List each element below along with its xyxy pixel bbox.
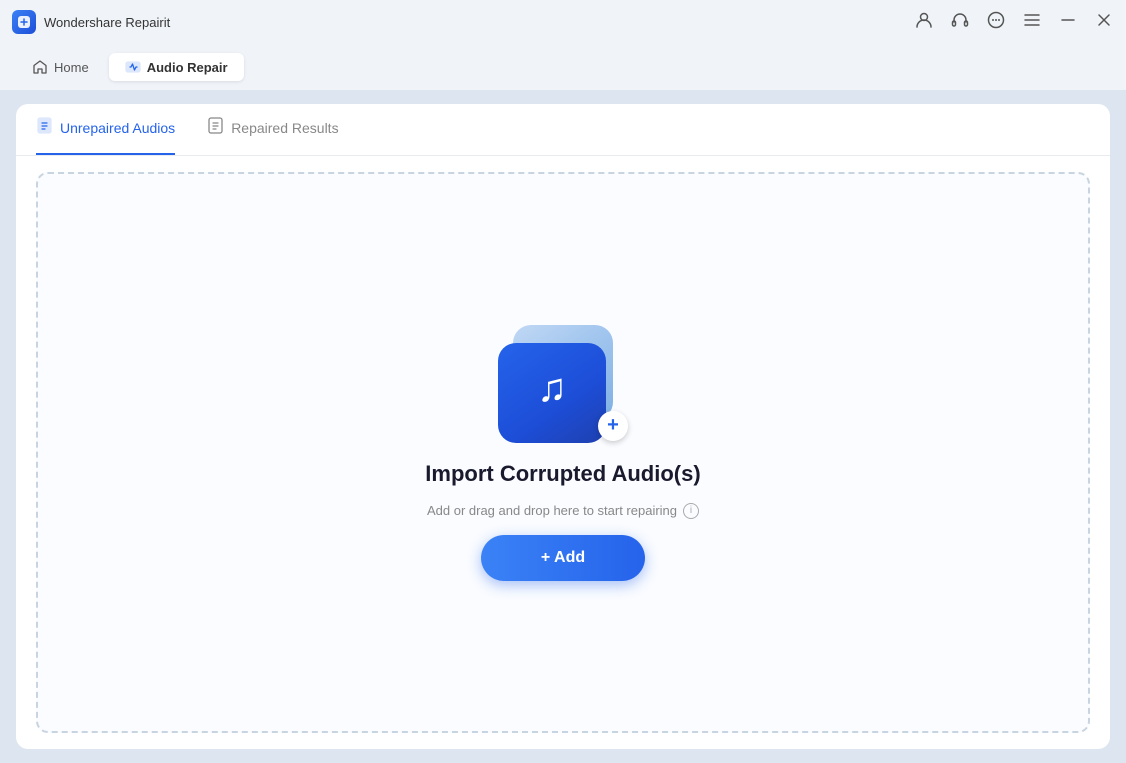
- app-icon: [12, 10, 36, 34]
- import-subtitle-text: Add or drag and drop here to start repai…: [427, 503, 677, 518]
- repaired-tab-icon: [207, 117, 224, 138]
- app-title: Wondershare Repairit: [44, 15, 170, 30]
- drop-zone[interactable]: ♫ + Import Corrupted Audio(s) Add or dra…: [36, 172, 1090, 733]
- repaired-tab-label: Repaired Results: [231, 120, 338, 136]
- music-icon-container: ♫ +: [498, 325, 628, 445]
- unrepaired-tab-label: Unrepaired Audios: [60, 120, 175, 136]
- person-icon[interactable]: [914, 10, 934, 35]
- add-button-label: + Add: [541, 549, 585, 567]
- title-bar-controls: [914, 10, 1114, 35]
- content-card: Unrepaired Audios Repaired Results ♫: [16, 104, 1110, 749]
- main-content: Unrepaired Audios Repaired Results ♫: [0, 90, 1126, 763]
- plus-badge: +: [598, 411, 628, 441]
- add-button[interactable]: + Add: [481, 535, 645, 581]
- home-nav-button[interactable]: Home: [16, 53, 105, 81]
- menu-icon[interactable]: [1022, 10, 1042, 35]
- unrepaired-tab-icon: [36, 117, 53, 138]
- minimize-icon[interactable]: [1058, 10, 1078, 35]
- audio-repair-nav-button[interactable]: Audio Repair: [109, 53, 244, 81]
- info-icon[interactable]: i: [683, 503, 699, 519]
- music-icon-front: ♫: [498, 343, 606, 443]
- tab-repaired-results[interactable]: Repaired Results: [207, 104, 338, 155]
- plus-symbol: +: [607, 415, 619, 435]
- import-subtitle: Add or drag and drop here to start repai…: [427, 503, 699, 519]
- headphones-icon[interactable]: [950, 10, 970, 35]
- tab-unrepaired-audios[interactable]: Unrepaired Audios: [36, 104, 175, 155]
- title-bar-left: Wondershare Repairit: [12, 10, 170, 34]
- close-icon[interactable]: [1094, 10, 1114, 35]
- title-bar: Wondershare Repairit: [0, 0, 1126, 44]
- tabs-container: Unrepaired Audios Repaired Results: [16, 104, 1110, 156]
- home-label: Home: [54, 60, 89, 75]
- nav-bar: Home Audio Repair: [0, 44, 1126, 90]
- music-note-icon: ♫: [537, 366, 567, 411]
- audio-repair-label: Audio Repair: [147, 60, 228, 75]
- import-title: Import Corrupted Audio(s): [425, 461, 700, 487]
- chat-icon[interactable]: [986, 10, 1006, 35]
